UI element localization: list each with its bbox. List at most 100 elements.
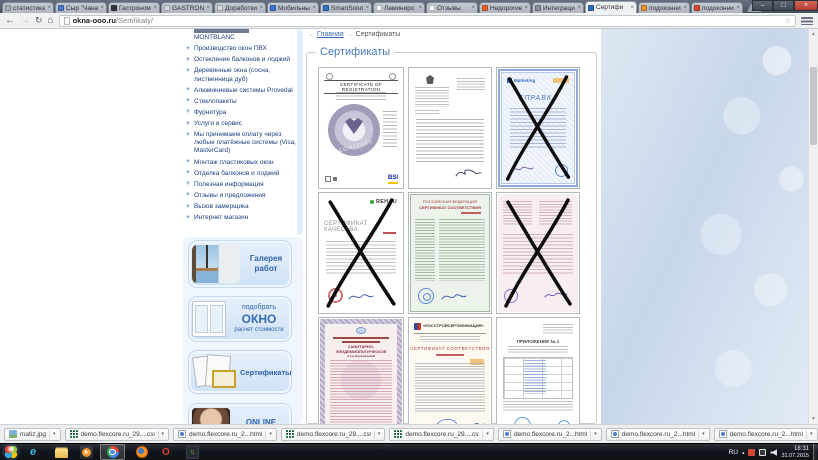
browser-tab[interactable]: Отзывы× <box>426 2 478 13</box>
opera-icon[interactable]: O <box>162 446 170 459</box>
menu-link[interactable]: Услуги и сервис <box>194 120 242 127</box>
menu-link[interactable]: Отзывы и предложения <box>194 192 266 199</box>
sidebar-menu-item[interactable]: +Услуги и сервис <box>185 119 298 130</box>
scrollbar-thumb[interactable] <box>810 67 817 145</box>
menu-link[interactable]: Интернет магазин <box>194 214 248 221</box>
download-dropdown-icon[interactable]: ▾ <box>590 430 597 439</box>
browser-tab[interactable]: Гастрономи× <box>108 2 160 13</box>
show-desktop-button[interactable] <box>813 444 817 460</box>
chrome-taskbar-button[interactable] <box>100 444 125 460</box>
back-button[interactable]: ← <box>5 16 15 26</box>
transfer-app-icon[interactable]: ↑↓ <box>186 446 199 459</box>
tab-close-icon[interactable]: × <box>206 5 210 11</box>
download-dropdown-icon[interactable]: ▾ <box>374 430 381 439</box>
tab-close-icon[interactable]: × <box>259 5 263 11</box>
browser-tab[interactable]: Мобильный× <box>267 2 319 13</box>
home-button[interactable]: ⌂ <box>48 16 54 26</box>
tab-close-icon[interactable]: × <box>736 5 740 11</box>
sidebar-menu-item[interactable]: +Интернет магазин <box>185 213 298 224</box>
window-maximize-button[interactable]: □ <box>773 0 794 11</box>
menu-link[interactable]: Производство окон ПВХ <box>194 45 267 52</box>
browser-tab[interactable]: Сыр "Чанах"× <box>55 2 107 13</box>
sidebar-menu-item[interactable]: +Мы принимаем оплату через любые платёжн… <box>185 130 298 157</box>
download-item[interactable]: demo.flexcore.ru_2...html▾ <box>173 428 277 441</box>
browser-tab[interactable]: GASTRONOM× <box>161 2 213 13</box>
online-consultant-promo[interactable]: ONLINE <box>188 403 292 424</box>
download-item[interactable]: demo.flexcore.ru_2...html▾ <box>498 428 602 441</box>
browser-tab[interactable]: статистика× <box>2 2 54 13</box>
menu-link[interactable]: Остекление балконов и лоджий <box>194 56 290 63</box>
certificate-thumbnail[interactable]: CERTIFICATE OF REGISTRATION REGISTERED B… <box>318 67 404 189</box>
sidebar-menu-item[interactable]: +Монтаж пластиковых окон <box>185 157 298 168</box>
tab-close-icon[interactable]: × <box>683 5 687 11</box>
menu-link[interactable]: Вызов замерщика <box>194 203 249 210</box>
file-explorer-icon[interactable] <box>55 449 68 458</box>
address-bar[interactable]: okna-ooo.ru/Sertifikaty/ ☆ <box>59 15 796 27</box>
menu-link[interactable]: Монтаж пластиковых окон <box>194 159 274 166</box>
menu-link[interactable]: MONTBLANC <box>194 34 235 41</box>
sidebar-menu-item[interactable]: +Стеклопакеты <box>185 96 298 107</box>
breadcrumb-home-link[interactable]: Главная <box>317 31 344 38</box>
forward-button[interactable]: → <box>20 16 30 26</box>
sidebar-menu-item[interactable]: +Остекление балконов и лоджий <box>185 55 298 66</box>
menu-link[interactable]: Отделка балконов и лоджий <box>194 170 279 177</box>
sidebar-menu-item[interactable]: +Вызов замерщика <box>185 202 298 213</box>
certificate-thumbnail[interactable] <box>408 67 492 189</box>
sidebar-menu-item[interactable]: MONTBLANC <box>185 34 298 44</box>
download-dropdown-icon[interactable]: ▾ <box>698 430 705 439</box>
download-dropdown-icon[interactable]: ▾ <box>158 430 165 439</box>
tab-close-icon[interactable]: × <box>365 5 369 11</box>
sidebar-menu-item[interactable]: +Полезная информация <box>185 179 298 190</box>
language-indicator[interactable]: RU <box>729 449 738 456</box>
download-item[interactable]: demo.flexcore.ru_29....csv▾ <box>281 428 386 441</box>
firefox-icon[interactable] <box>136 446 148 458</box>
url-text[interactable]: okna-ooo.ru/Sertifikaty/ <box>73 16 782 25</box>
browser-tab[interactable]: Доработки× <box>214 2 266 13</box>
tab-close-icon[interactable]: × <box>312 5 316 11</box>
browser-tab[interactable]: Ламиниро× <box>373 2 425 13</box>
menu-link[interactable]: Полезная информация <box>194 181 264 188</box>
download-item[interactable]: demo.flexcore.ru_29....csv▾ <box>389 428 494 441</box>
internet-explorer-icon[interactable]: e <box>30 446 36 459</box>
certificate-thumbnail[interactable]: ПРИЛОЖЕНИЕ № 1 <box>496 317 580 424</box>
tab-close-icon[interactable]: × <box>577 5 581 11</box>
download-item[interactable]: demo.flexcore.ru_2...html▾ <box>714 428 818 441</box>
media-player-icon[interactable]: ▶ <box>80 446 93 459</box>
gallery-promo[interactable]: Галерея работ <box>188 240 292 288</box>
certificate-thumbnail[interactable]: САНИТАРНО-ЭПИДЕМИОЛОГИЧЕСКОЕ ЗАКЛЮЧЕНИЕ <box>318 317 404 424</box>
browser-tab[interactable]: SmartSoluti× <box>320 2 372 13</box>
tab-close-icon[interactable]: × <box>418 5 422 11</box>
sidebar-menu-item[interactable]: +Деревянные окна (сосна, лиственница дуб… <box>185 66 298 85</box>
certificates-promo[interactable]: Сертификаты <box>188 350 292 394</box>
browser-menu-icon[interactable] <box>801 17 813 25</box>
sidebar-menu-item[interactable]: +Производство окон ПВХ <box>185 44 298 55</box>
certificate-thumbnail[interactable]: REHAU СЕРТИФИКАТ КАЧЕСТВА <box>318 192 404 314</box>
scroll-down-icon[interactable]: ▼ <box>809 414 818 424</box>
tab-close-icon[interactable]: × <box>47 5 51 11</box>
tab-close-icon[interactable]: × <box>153 5 157 11</box>
sidebar-menu-item[interactable]: +Алюминиевые системы Provedal <box>185 85 298 96</box>
certificate-thumbnail[interactable] <box>496 192 580 314</box>
download-dropdown-icon[interactable]: ▾ <box>806 430 813 439</box>
reload-button[interactable]: ↻ <box>35 16 43 25</box>
tab-close-icon[interactable]: × <box>630 5 634 11</box>
certificate-thumbnail[interactable]: Marketing СПРАВКА <box>496 67 580 189</box>
hidden-icons-arrow[interactable]: ▴ <box>742 450 745 456</box>
window-minimize-button[interactable]: – <box>752 0 773 11</box>
menu-link[interactable]: Фурнитура <box>194 109 226 116</box>
menu-link[interactable]: Алюминиевые системы Provedal <box>194 87 293 94</box>
download-dropdown-icon[interactable]: ▾ <box>265 430 272 439</box>
window-close-button[interactable]: × <box>794 0 818 11</box>
menu-link[interactable]: Деревянные окна (сосна, лиственница дуб) <box>194 67 270 82</box>
clock[interactable]: 18:31 31.07.2015 <box>781 446 809 459</box>
tab-close-icon[interactable]: × <box>100 5 104 11</box>
certificate-thumbnail[interactable]: «РОССТРОЙСЕРТИФИКАЦИЯ» СЕРТИФИКАТ СООТВЕ… <box>408 317 492 424</box>
browser-tab[interactable]: Недорогие× <box>479 2 531 13</box>
window-calculator-promo[interactable]: подобрать ОКНО расчет стоимости <box>188 296 292 342</box>
menu-link[interactable]: Мы принимаем оплату через любые платёжны… <box>194 131 296 154</box>
download-dropdown-icon[interactable]: ▾ <box>482 430 489 439</box>
browser-tab[interactable]: Интеграци× <box>532 2 584 13</box>
network-icon[interactable] <box>759 449 766 456</box>
sidebar-menu-item[interactable]: +Фурнитура <box>185 107 298 118</box>
tray-app-icon[interactable] <box>748 449 755 456</box>
